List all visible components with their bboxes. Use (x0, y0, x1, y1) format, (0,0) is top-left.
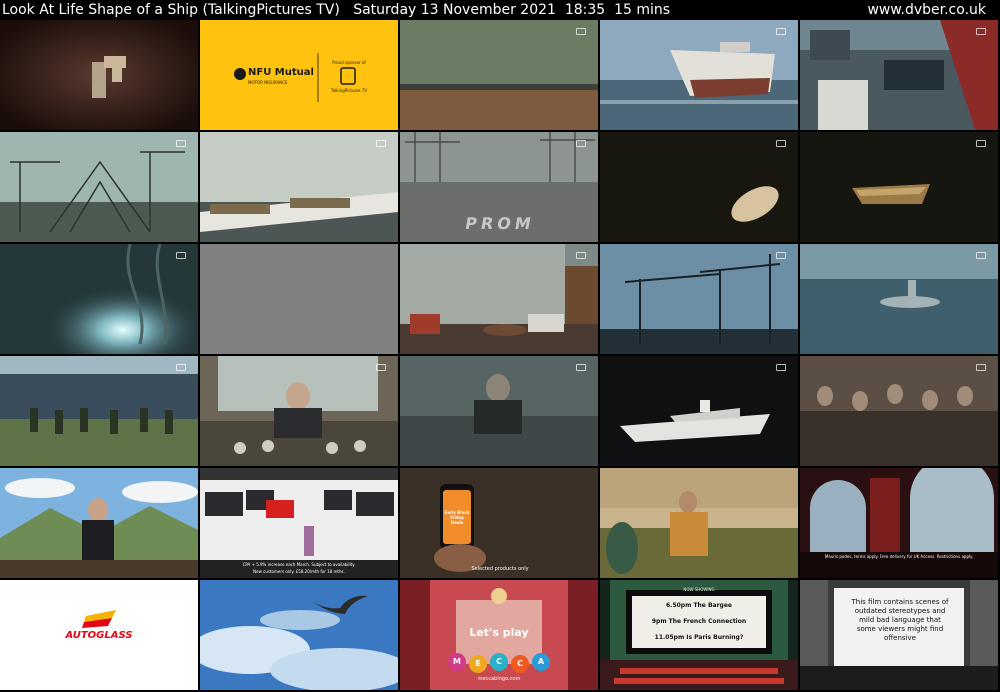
channel-watermark-icon (576, 140, 586, 147)
channel-watermark-icon (576, 252, 586, 259)
channel-watermark-icon (376, 364, 386, 371)
thumbnail-countryside-ad[interactable] (600, 468, 798, 578)
sponsor-line: Proud sponsor of (332, 60, 366, 65)
now-showing-heading: NOW SHOWING (683, 587, 715, 592)
channel-watermark-icon (176, 364, 186, 371)
thumbnail-grid: NFU Mutual MOTOR INSURANCE Proud sponsor… (0, 20, 1000, 692)
thumbnail-grey-blank[interactable] (200, 244, 398, 354)
mecca-letter: C (496, 657, 502, 666)
phone-ad-caption: Selected products only (471, 566, 529, 572)
autoglass-logo-text: AUTOGLASS (65, 630, 133, 641)
tv-store-caption-2: New customers only. £58.20/mth for 18 mt… (253, 569, 345, 574)
thumbnail-man-at-controls-dim[interactable] (400, 356, 598, 466)
thumbnail-mecca-ad[interactable]: Let's play M E C C A meccabingo.com (400, 580, 598, 690)
broadcast-duration: 15 mins (614, 2, 671, 18)
thumbnail-lifeboats[interactable] (200, 132, 398, 242)
channel-watermark-icon (576, 364, 586, 371)
schedule-line: 6.50pm The Bargee (666, 602, 732, 609)
channel-logo-text: TalkingPictures TV (330, 88, 368, 93)
thumbnail-mountain-ad[interactable] (0, 468, 198, 578)
channel-watermark-icon (776, 364, 786, 371)
window-ad-caption: Mauris pedes, terms apply. Free delivery… (824, 554, 974, 559)
thumbnail-launch-ceremony[interactable] (800, 20, 998, 130)
thumbnail-title-card[interactable] (0, 20, 198, 130)
shipyard-sign: PROM (463, 214, 537, 233)
thumbnail-ship-hull[interactable] (400, 20, 598, 130)
thumbnail-submarine[interactable] (800, 244, 998, 354)
thumbnail-man-at-controls[interactable] (200, 356, 398, 466)
mecca-letter: E (475, 659, 481, 668)
thumbnail-ship-launch[interactable] (600, 20, 798, 130)
broadcast-time: 18:35 (564, 2, 606, 18)
channel-watermark-icon (976, 364, 986, 371)
thumbnail-window-ad[interactable]: Mauris pedes, terms apply. Free delivery… (800, 468, 998, 578)
tv-store-caption-1: CPA + 5.9% increase each March. Subject … (242, 562, 356, 567)
channel-watermark-icon (776, 252, 786, 259)
thumbnail-dark-hand[interactable] (600, 132, 798, 242)
thumbnail-cabin-interior[interactable] (400, 244, 598, 354)
thumbnail-sky-bird[interactable] (200, 580, 398, 690)
thumbnail-crane-silhouettes[interactable] (600, 244, 798, 354)
schedule-line: 9pm The French Connection (651, 618, 747, 625)
channel-watermark-icon (976, 28, 986, 35)
thumbnail-content-warning[interactable]: This film contains scenes of outdated st… (800, 580, 998, 690)
thumbnail-autoglass-ad[interactable]: AUTOGLASS (0, 580, 198, 690)
channel-watermark-icon (176, 140, 186, 147)
broadcast-date: Saturday 13 November 2021 (353, 2, 556, 18)
programme-title: Look At Life Shape of a Ship (TalkingPic… (2, 2, 340, 18)
thumbnail-tv-store[interactable]: CPA + 5.9% increase each March. Subject … (200, 468, 398, 578)
page-header: Look At Life Shape of a Ship (TalkingPic… (0, 0, 1000, 20)
content-warning-text: This film contains scenes of outdated st… (851, 598, 949, 642)
thumbnail-crowd[interactable] (800, 356, 998, 466)
site-link[interactable]: www.dvber.co.uk (867, 0, 986, 20)
channel-watermark-icon (576, 28, 586, 35)
thumbnail-now-showing[interactable]: NOW SHOWING 6.50pm The Bargee 9pm The Fr… (600, 580, 798, 690)
phone-ad-title: Early Black Friday Deals (444, 510, 470, 525)
mecca-letter: M (453, 657, 461, 666)
nfu-sub: MOTOR INSURANCE (248, 80, 288, 85)
mecca-url: meccabingo.com (477, 676, 521, 682)
nfu-brand: NFU Mutual (248, 67, 314, 78)
programme-info: Look At Life Shape of a Ship (TalkingPic… (2, 0, 670, 20)
channel-watermark-icon (776, 28, 786, 35)
channel-watermark-icon (776, 140, 786, 147)
mecca-letter: A (537, 657, 545, 666)
thumbnail-hull-deck[interactable]: PROM (400, 132, 598, 242)
thumbnail-dark-boat[interactable] (800, 132, 998, 242)
thumbnail-phone-ad[interactable]: Early Black Friday Deals Selected produc… (400, 468, 598, 578)
thumbnail-sponsor-card[interactable]: NFU Mutual MOTOR INSURANCE Proud sponsor… (200, 20, 398, 130)
thumbnail-shipyard-cranes[interactable] (0, 132, 198, 242)
thumbnail-model-liner[interactable] (600, 356, 798, 466)
mecca-lets-play: Let's play (469, 626, 529, 639)
mecca-letter: C (517, 659, 523, 668)
channel-watermark-icon (376, 140, 386, 147)
schedule-line: 11.05pm Is Paris Burning? (654, 634, 744, 641)
channel-watermark-icon (976, 252, 986, 259)
channel-watermark-icon (976, 140, 986, 147)
thumbnail-running-soldiers[interactable] (0, 356, 198, 466)
thumbnail-welding[interactable] (0, 244, 198, 354)
channel-watermark-icon (176, 252, 186, 259)
